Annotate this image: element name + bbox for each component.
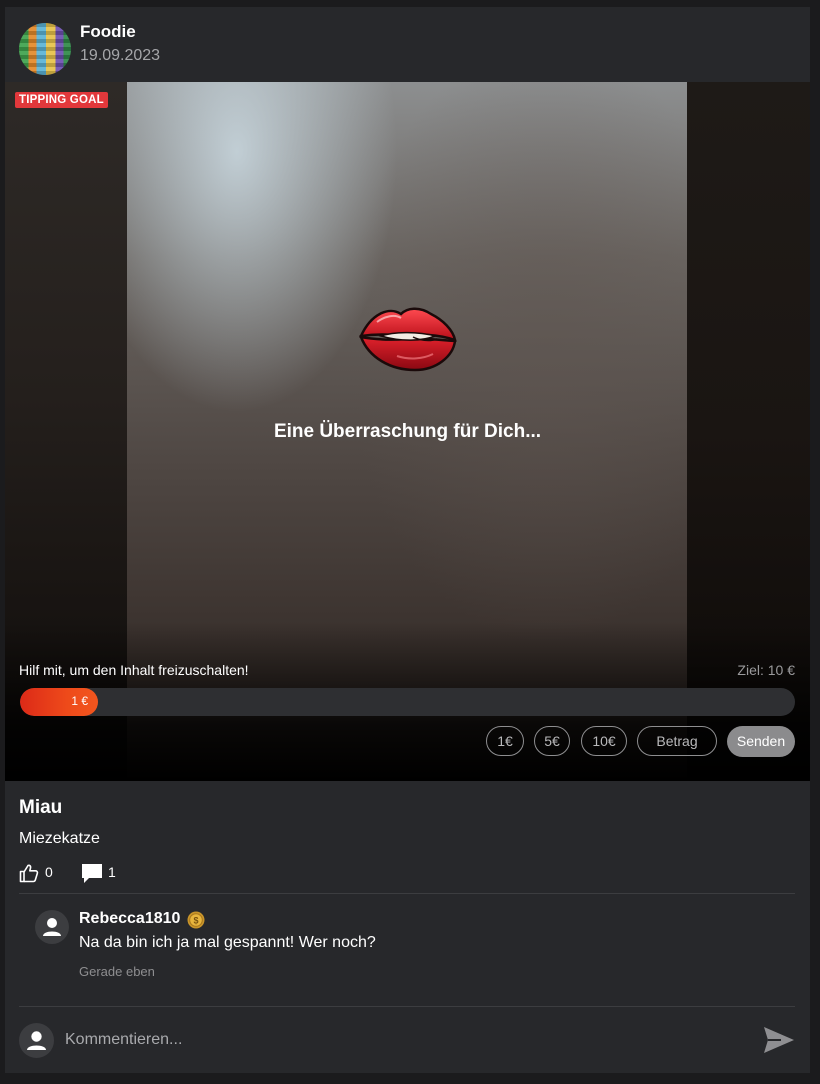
post-card: Foodie 19.09.2023 TIPPING GOAL Eine Über… — [5, 7, 810, 1073]
progress-amount: 1 € — [71, 694, 88, 708]
post-media: TIPPING GOAL Eine Überraschung für Dich.… — [5, 82, 810, 781]
like-count: 0 — [45, 864, 53, 880]
comment-text: Na da bin ich ja mal gespannt! Wer noch? — [79, 934, 376, 951]
comment-input[interactable] — [65, 1028, 705, 1052]
tip-5-button[interactable]: 5€ — [534, 726, 570, 756]
post-date: 19.09.2023 — [80, 47, 161, 64]
goal-amount: Ziel: 10 € — [737, 662, 795, 678]
user-icon — [27, 1031, 46, 1050]
comment-item: Rebecca1810 $ Na da bin ich ja mal gespa… — [35, 907, 775, 987]
user-icon — [43, 918, 61, 936]
comment-timestamp: Gerade eben — [79, 964, 155, 979]
divider — [19, 1006, 795, 1007]
comment-bubble-icon[interactable] — [81, 863, 103, 884]
lips-icon — [358, 307, 457, 372]
send-icon[interactable] — [763, 1026, 795, 1054]
custom-amount-button[interactable]: Betrag — [637, 726, 717, 756]
comment-composer — [19, 1020, 795, 1060]
current-user-avatar — [19, 1023, 54, 1058]
tipping-goal-badge: TIPPING GOAL — [15, 92, 108, 108]
send-tip-button[interactable]: Senden — [727, 726, 795, 757]
tip-10-button[interactable]: 10€ — [581, 726, 627, 756]
unlock-help-text: Hilf mit, um den Inhalt freizuschalten! — [19, 662, 249, 678]
post-text: Miezekatze — [19, 830, 100, 847]
thumbs-up-icon[interactable] — [19, 863, 39, 883]
overlay-caption: Eine Überraschung für Dich... — [273, 421, 542, 442]
coin-icon: $ — [187, 911, 205, 929]
post-title: Miau — [19, 797, 63, 818]
tip-1-button[interactable]: 1€ — [486, 726, 524, 756]
comment-count: 1 — [108, 864, 116, 880]
post-header: Foodie 19.09.2023 — [5, 7, 810, 82]
progress-fill: 1 € — [20, 688, 98, 716]
tipping-progress-bar: 1 € — [20, 688, 795, 716]
commenter-avatar[interactable] — [35, 910, 69, 944]
divider — [19, 893, 795, 894]
author-name[interactable]: Foodie — [80, 22, 136, 42]
author-avatar[interactable] — [19, 23, 71, 75]
commenter-name[interactable]: Rebecca1810 — [79, 910, 180, 928]
svg-text:$: $ — [193, 916, 198, 926]
